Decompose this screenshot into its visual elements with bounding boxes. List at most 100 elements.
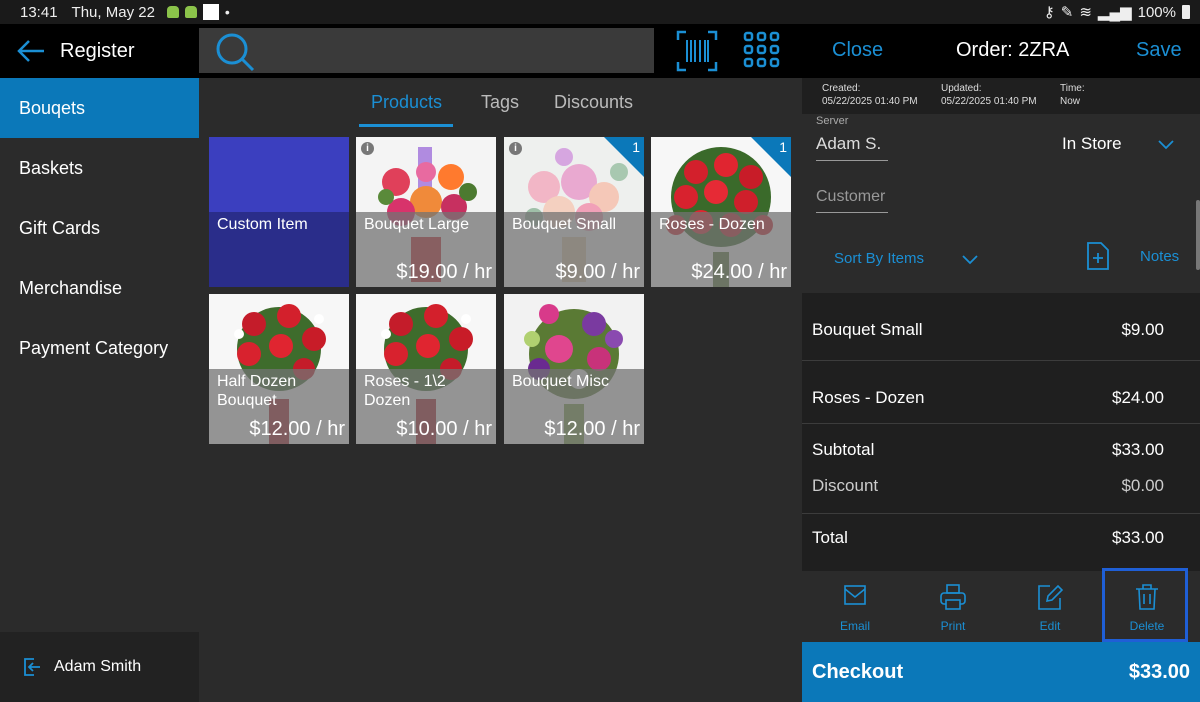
product-name: Roses - Dozen	[659, 216, 765, 233]
vpn-key-icon: ⚷	[1043, 4, 1055, 21]
page-title: Register	[60, 39, 135, 62]
tab-tags[interactable]: Tags	[481, 92, 519, 113]
tab-products[interactable]: Products	[371, 92, 442, 113]
sidebar-item-merchandise[interactable]: Merchandise	[0, 258, 199, 318]
category-sidebar: Bouqets Baskets Gift Cards Merchandise P…	[0, 78, 199, 702]
sort-select[interactable]: Sort By Items	[834, 250, 924, 267]
customer-field[interactable]: Customer	[816, 188, 888, 213]
item-amount: $24.00	[1112, 388, 1164, 407]
order-items: Bouquet Small $9.00 Roses - Dozen $24.00…	[802, 293, 1200, 571]
product-name: Bouquet Large	[364, 216, 469, 233]
app-root: 13:41 Thu, May 22 • ⚷ ✎ ≋ ▂▄▆ 100% Regis…	[0, 0, 1200, 702]
order-meta: Created: 05/22/2025 01:40 PM Updated: 05…	[802, 78, 1200, 114]
sidebar-item-bouqets[interactable]: Bouqets	[0, 78, 199, 138]
divider	[802, 360, 1200, 361]
total-value: $33.00	[1112, 528, 1164, 547]
product-tile-roses-dozen[interactable]: 1 Roses - Dozen $24.00 / hr	[651, 137, 791, 287]
product-name: Bouquet Misc	[512, 373, 609, 390]
product-price: $10.00 / hr	[396, 418, 492, 440]
status-bar: 13:41 Thu, May 22 • ⚷ ✎ ≋ ▂▄▆ 100%	[0, 0, 1200, 24]
email-icon	[844, 585, 866, 605]
add-note-icon[interactable]	[1086, 242, 1110, 270]
chevron-down-icon[interactable]	[1158, 140, 1174, 150]
product-price: $19.00 / hr	[396, 261, 492, 283]
android-icon	[184, 6, 197, 18]
battery-icon	[1182, 5, 1190, 19]
sidebar-item-label: Payment Category	[19, 337, 169, 358]
product-name: Roses - 1\2 Dozen	[364, 373, 446, 409]
back-arrow-icon	[17, 40, 44, 62]
product-name: Bouquet Small	[512, 216, 617, 233]
sidebar-item-gift-cards[interactable]: Gift Cards	[0, 198, 199, 258]
checkout-button[interactable]: Checkout $33.00	[802, 642, 1200, 702]
product-name: Custom Item	[217, 216, 308, 233]
notes-button[interactable]: Notes	[1140, 248, 1179, 265]
order-actions: Email Print Edit Delete	[802, 568, 1200, 642]
user-name: Adam Smith	[54, 658, 142, 675]
updated-label: Updated:	[941, 83, 982, 94]
edit-label: Edit	[1039, 619, 1061, 633]
status-right: ⚷ ✎ ≋ ▂▄▆ 100%	[1044, 3, 1190, 21]
info-icon[interactable]: i	[509, 142, 522, 155]
updated-value: 05/22/2025 01:40 PM	[941, 96, 1037, 107]
product-tile-half-dozen-bouquet[interactable]: Half Dozen Bouquet $12.00 / hr	[209, 294, 349, 444]
back-button[interactable]: Register	[0, 24, 199, 78]
product-tile-bouquet-large[interactable]: i Bouquet Large $19.00 / hr	[356, 137, 496, 287]
battery-level: 100%	[1137, 3, 1176, 21]
edit-button[interactable]: Edit	[1005, 572, 1095, 642]
sidebar-item-label: Merchandise	[19, 277, 123, 298]
barcode-scan-icon[interactable]	[676, 30, 718, 72]
info-icon[interactable]: i	[361, 142, 374, 155]
total-label: Total	[812, 528, 848, 547]
sidebar-item-label: Gift Cards	[19, 217, 101, 238]
order-panel: Created: 05/22/2025 01:40 PM Updated: 05…	[802, 78, 1200, 702]
created-label: Created:	[822, 83, 861, 94]
tab-discounts[interactable]: Discounts	[554, 92, 633, 113]
order-type-select[interactable]: In Store	[1062, 134, 1122, 154]
discount-row: Discount $0.00	[812, 476, 1164, 496]
search-input[interactable]	[199, 28, 654, 73]
divider	[802, 423, 1200, 424]
cart-count: 1	[779, 139, 787, 155]
signal-icon: ▂▄▆	[1097, 4, 1132, 21]
time-info: Time: Now	[1060, 82, 1085, 108]
product-tile-bouquet-misc[interactable]: Bouquet Misc $12.00 / hr	[504, 294, 644, 444]
order-title: Order: 2ZRA	[956, 39, 1070, 61]
discount-value: $0.00	[1121, 476, 1164, 495]
server-field[interactable]: Adam S.	[816, 134, 888, 161]
edit-icon	[1038, 584, 1064, 610]
sidebar-item-baskets[interactable]: Baskets	[0, 138, 199, 198]
print-label: Print	[940, 619, 966, 633]
cart-count: 1	[632, 139, 640, 155]
save-button[interactable]: Save	[1136, 39, 1182, 62]
sidebar-item-payment-category[interactable]: Payment Category	[0, 318, 199, 378]
chevron-down-icon[interactable]	[962, 255, 978, 265]
created-value: 05/22/2025 01:40 PM	[822, 96, 918, 107]
sidebar-item-label: Baskets	[19, 157, 84, 178]
logout-button[interactable]: Adam Smith	[0, 632, 199, 702]
product-tile-bouquet-small[interactable]: i 1 Bouquet Small $9.00 / hr	[504, 137, 644, 287]
print-button[interactable]: Print	[908, 572, 998, 642]
scrollbar[interactable]	[1196, 200, 1200, 270]
status-time: 13:41	[20, 3, 58, 21]
apps-grid-icon[interactable]	[742, 30, 782, 70]
search-icon	[216, 33, 255, 72]
product-tile-custom-item[interactable]: Custom Item	[209, 137, 349, 287]
total-row: Total $33.00	[812, 528, 1164, 548]
product-tabs: Products Tags Discounts	[199, 78, 802, 128]
product-area: Products Tags Discounts Custom Item i Bo	[199, 78, 802, 702]
subtotal-value: $33.00	[1112, 440, 1164, 459]
discount-label: Discount	[812, 476, 879, 495]
list-item[interactable]: Roses - Dozen $24.00	[812, 388, 1164, 408]
email-label: Email	[839, 619, 870, 633]
product-price: $9.00 / hr	[555, 261, 640, 283]
time-label: Time:	[1060, 83, 1085, 94]
product-tile-roses-half-dozen[interactable]: Roses - 1\2 Dozen $10.00 / hr	[356, 294, 496, 444]
close-button[interactable]: Close	[832, 39, 883, 62]
list-item[interactable]: Bouquet Small $9.00	[812, 320, 1164, 340]
logout-icon	[24, 658, 40, 676]
email-button[interactable]: Email	[810, 572, 900, 642]
item-amount: $9.00	[1121, 320, 1164, 339]
top-bar: Register Close Order: 2ZRA Save	[0, 24, 1200, 78]
checkout-amount: $33.00	[1128, 660, 1190, 683]
